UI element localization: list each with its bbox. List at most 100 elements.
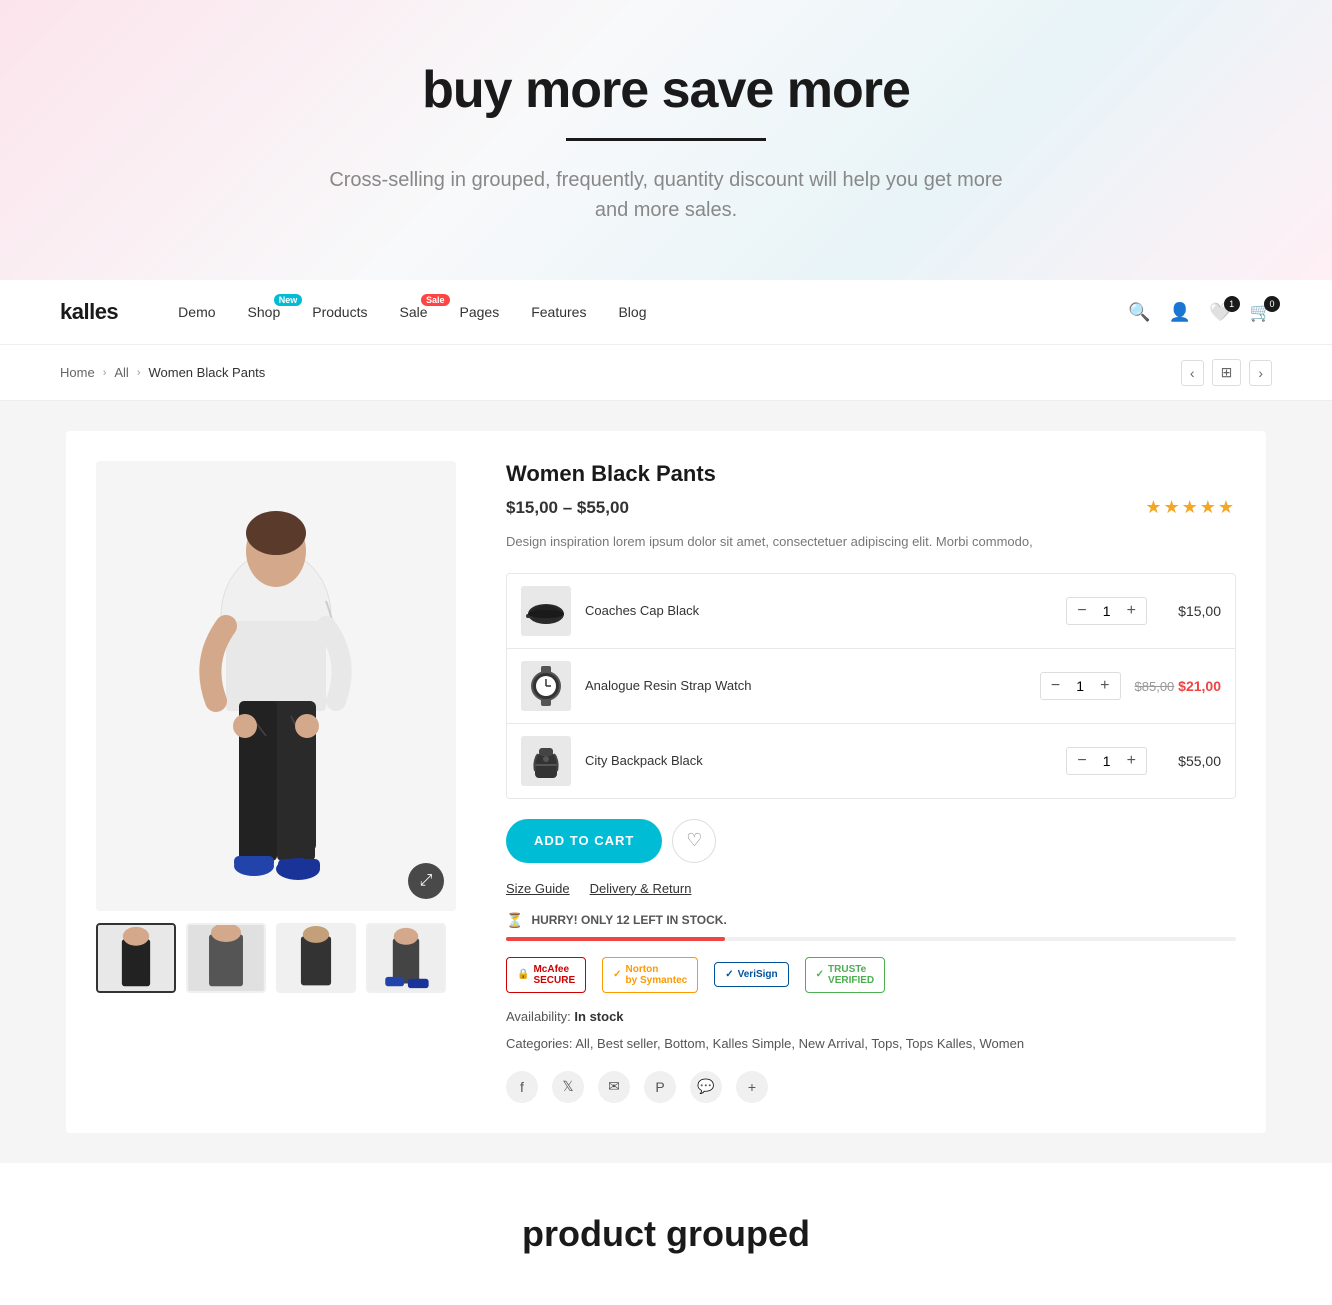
verisign-icon: ✓ — [725, 969, 733, 980]
nav-icons: 🔍 👤 🤍 1 🛒 0 — [1128, 302, 1272, 323]
breadcrumb-all[interactable]: All — [114, 365, 128, 380]
facebook-icon[interactable]: f — [506, 1071, 538, 1103]
pinterest-icon[interactable]: P — [644, 1071, 676, 1103]
qty-value-bag: 1 — [1099, 753, 1115, 769]
table-row: Analogue Resin Strap Watch − 1 + $85,00 … — [507, 649, 1235, 724]
norton-icon: ✓ — [613, 969, 621, 980]
availability: Availability: In stock — [506, 1009, 1236, 1024]
price-rating: $15,00 – $55,00 ★★★★★ — [506, 497, 1236, 518]
twitter-icon[interactable]: 𝕏 — [552, 1071, 584, 1103]
hourglass-icon: ⏳ — [506, 912, 523, 929]
grid-view-button[interactable]: ⊞ — [1212, 359, 1242, 386]
thumbnail-4[interactable] — [366, 923, 446, 993]
qty-increase-cap[interactable]: + — [1125, 602, 1138, 620]
thumbnail-3[interactable] — [276, 923, 356, 993]
mcafee-icon: 🔒 — [517, 969, 529, 980]
trust-badges: 🔒 McAfeeSECURE ✓ Nortonby Symantec ✓ Ver… — [506, 957, 1236, 993]
stock-fill — [506, 937, 725, 941]
social-row: f 𝕏 ✉ P 💬 + — [506, 1071, 1236, 1103]
cart-count: 0 — [1264, 296, 1280, 312]
product-description: Design inspiration lorem ipsum dolor sit… — [506, 532, 1236, 553]
nav-demo[interactable]: Demo — [178, 304, 215, 320]
table-row: Coaches Cap Black − 1 + $15,00 — [507, 574, 1235, 649]
breadcrumb-bar: Home › All › Women Black Pants ‹ ⊞ › — [0, 345, 1332, 401]
navbar: kalles Demo Shop New Products Sale Sale … — [0, 280, 1332, 345]
sale-price-watch: $21,00 — [1178, 678, 1221, 694]
truste-label: TRUSTeVERIFIED — [828, 964, 874, 986]
item-name-cap: Coaches Cap Black — [585, 603, 1052, 618]
add-to-cart-button[interactable]: ADD TO CART — [506, 819, 662, 863]
categories-list: All, Best seller, Bottom, Kalles Simple,… — [575, 1036, 1024, 1051]
qty-control-watch: − 1 + — [1040, 672, 1121, 700]
nav-features[interactable]: Features — [531, 304, 586, 320]
table-row: City Backpack Black − 1 + $55,00 — [507, 724, 1235, 798]
expand-image-button[interactable]: ⤢ — [408, 863, 444, 899]
thumbnail-2[interactable] — [186, 923, 266, 993]
item-price-bag: $55,00 — [1161, 753, 1221, 769]
item-thumb-watch — [521, 661, 571, 711]
wishlist-count: 1 — [1224, 296, 1240, 312]
logo[interactable]: kalles — [60, 299, 118, 325]
hero-underline — [566, 138, 766, 141]
item-name-bag: City Backpack Black — [585, 753, 1052, 768]
categories: Categories: All, Best seller, Bottom, Ka… — [506, 1034, 1236, 1055]
qty-decrease-cap[interactable]: − — [1075, 602, 1088, 620]
qty-increase-bag[interactable]: + — [1125, 752, 1138, 770]
new-badge: New — [274, 294, 303, 306]
search-icon[interactable]: 🔍 — [1128, 302, 1150, 323]
cart-row: ADD TO CART ♡ — [506, 819, 1236, 863]
thumbnail-1[interactable] — [96, 923, 176, 993]
email-icon[interactable]: ✉ — [598, 1071, 630, 1103]
product-price: $15,00 – $55,00 — [506, 498, 629, 518]
truste-badge: ✓ TRUSTeVERIFIED — [805, 957, 886, 993]
verisign-label: VeriSign — [738, 969, 778, 980]
qty-decrease-watch[interactable]: − — [1049, 677, 1062, 695]
stock-bar — [506, 937, 1236, 941]
qty-value-cap: 1 — [1099, 603, 1115, 619]
availability-status: In stock — [574, 1009, 623, 1024]
breadcrumb-sep1: › — [103, 367, 107, 379]
qty-decrease-bag[interactable]: − — [1075, 752, 1088, 770]
item-price-watch: $85,00 $21,00 — [1135, 678, 1221, 694]
mcafee-badge: 🔒 McAfeeSECURE — [506, 957, 586, 993]
norton-badge: ✓ Nortonby Symantec — [602, 957, 698, 993]
messenger-icon[interactable]: 💬 — [690, 1071, 722, 1103]
nav-sale[interactable]: Sale Sale — [399, 304, 427, 320]
thumbnail-row — [96, 923, 456, 993]
nav-pages[interactable]: Pages — [460, 304, 500, 320]
wishlist-button[interactable]: ♡ — [672, 819, 716, 863]
cart-icon[interactable]: 🛒 0 — [1250, 302, 1272, 323]
qty-increase-watch[interactable]: + — [1098, 677, 1111, 695]
nav-blog[interactable]: Blog — [618, 304, 646, 320]
guide-links: Size Guide Delivery & Return — [506, 881, 1236, 896]
sale-badge: Sale — [421, 294, 450, 306]
nav-links: Demo Shop New Products Sale Sale Pages F… — [178, 304, 1128, 320]
qty-value-watch: 1 — [1072, 678, 1088, 694]
norton-label: Nortonby Symantec — [626, 964, 688, 986]
next-product-button[interactable]: › — [1249, 360, 1272, 386]
stock-warning-text: HURRY! ONLY 12 LEFT IN STOCK. — [531, 913, 726, 927]
delivery-return-link[interactable]: Delivery & Return — [590, 881, 692, 896]
nav-shop[interactable]: Shop New — [248, 304, 281, 320]
hero-title: buy more save more — [20, 60, 1312, 120]
prev-product-button[interactable]: ‹ — [1181, 360, 1204, 386]
breadcrumb-home[interactable]: Home — [60, 365, 95, 380]
main-content: ⤢ — [66, 431, 1266, 1133]
hero-section: buy more save more Cross-selling in grou… — [0, 0, 1332, 280]
qty-control-cap: − 1 + — [1066, 597, 1147, 625]
size-guide-link[interactable]: Size Guide — [506, 881, 570, 896]
more-icon[interactable]: + — [736, 1071, 768, 1103]
bottom-title: product grouped — [20, 1213, 1312, 1255]
old-price-watch: $85,00 — [1135, 679, 1175, 694]
stock-warning: ⏳ HURRY! ONLY 12 LEFT IN STOCK. — [506, 912, 1236, 929]
account-icon[interactable]: 👤 — [1169, 302, 1191, 323]
hero-subtitle: Cross-selling in grouped, frequently, qu… — [316, 165, 1016, 225]
product-stars: ★★★★★ — [1145, 497, 1236, 518]
item-thumb-cap — [521, 586, 571, 636]
breadcrumb-current: Women Black Pants — [148, 365, 265, 380]
nav-products[interactable]: Products — [312, 304, 367, 320]
product-title: Women Black Pants — [506, 461, 1236, 487]
verisign-badge: ✓ VeriSign — [714, 962, 788, 987]
wishlist-icon[interactable]: 🤍 1 — [1209, 302, 1231, 323]
item-price-cap: $15,00 — [1161, 603, 1221, 619]
